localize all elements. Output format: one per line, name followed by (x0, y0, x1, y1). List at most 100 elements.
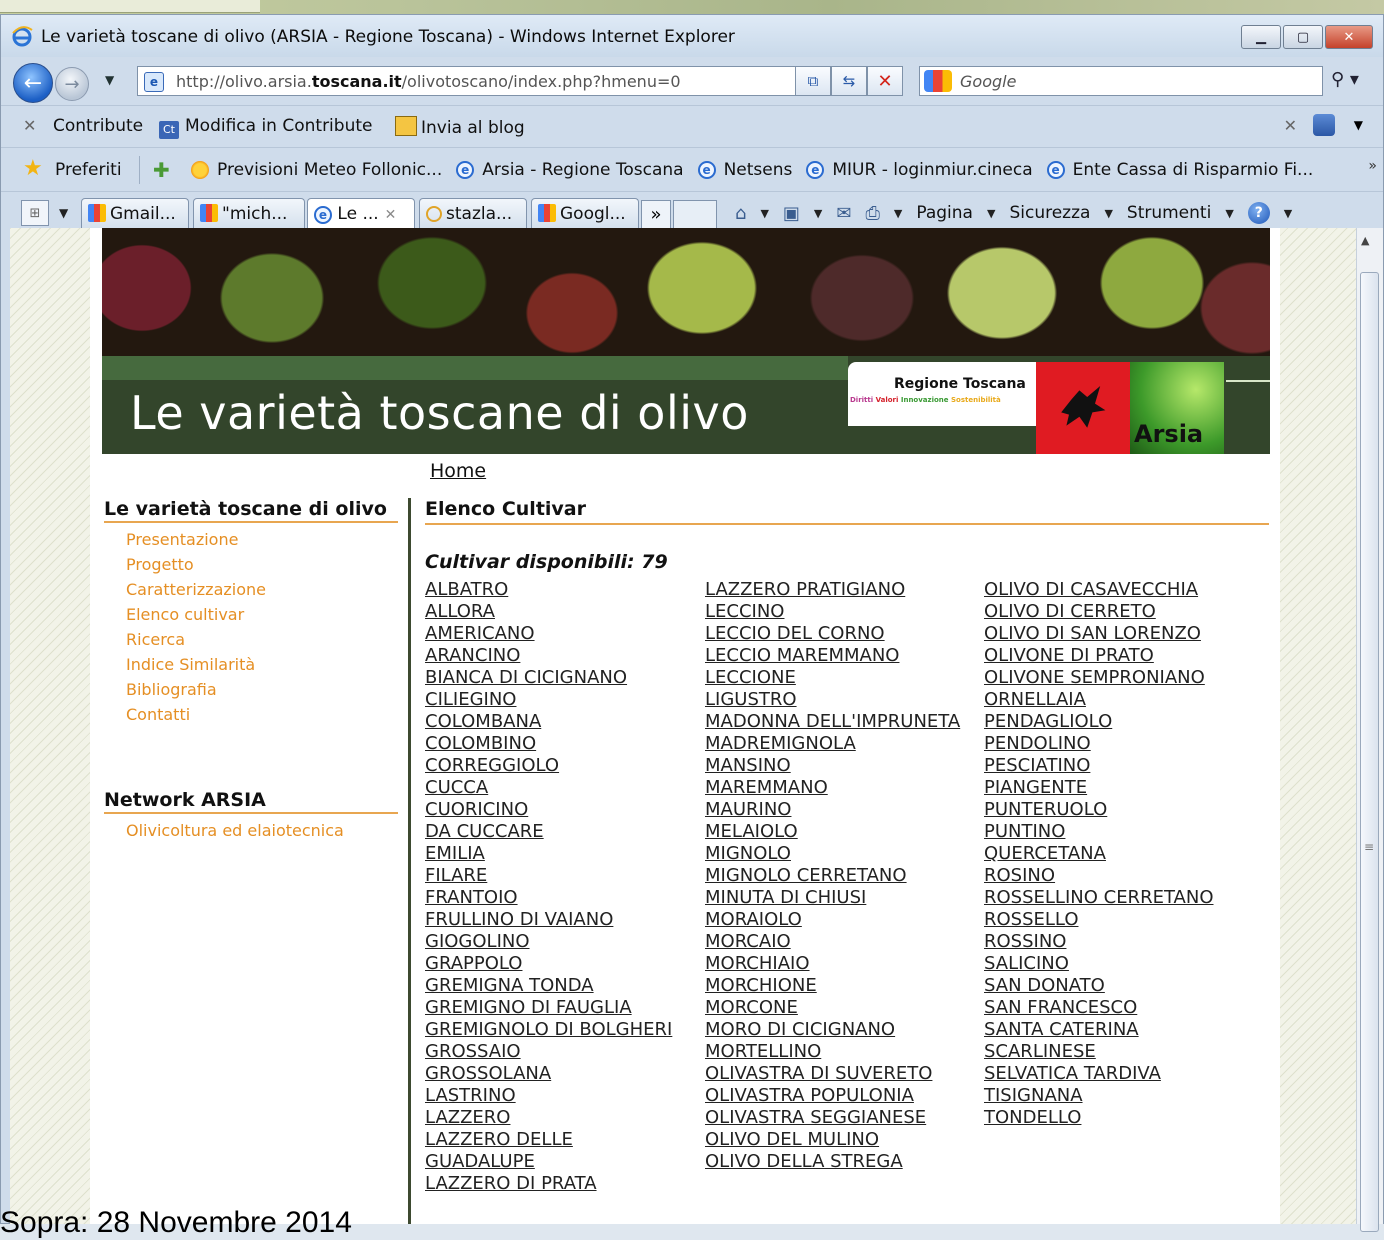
cultivar-link[interactable]: SCARLINESE (984, 1041, 1214, 1063)
cultivar-link[interactable]: GIOGOLINO (425, 931, 672, 953)
cultivar-link[interactable]: PIANGENTE (984, 777, 1214, 799)
chevron-down-icon[interactable]: ▼ (1104, 207, 1112, 220)
cultivar-link[interactable]: ROSSELLINO CERRETANO (984, 887, 1214, 909)
cultivar-link[interactable]: LAZZERO (425, 1107, 672, 1129)
cultivar-link[interactable]: LAZZERO PRATIGIANO (705, 579, 960, 601)
vertical-scrollbar[interactable]: ▲ ≡ (1356, 228, 1383, 1232)
cultivar-link[interactable]: SALICINO (984, 953, 1214, 975)
sidebar-item-elenco-cultivar[interactable]: Elenco cultivar (104, 602, 400, 627)
cultivar-link[interactable]: MORCHIAIO (705, 953, 960, 975)
cultivar-link[interactable]: OLIVO DI CASAVECCHIA (984, 579, 1214, 601)
maximize-button[interactable]: ▢ (1283, 25, 1323, 49)
history-dropdown-icon[interactable]: ▼ (105, 73, 114, 87)
favorite-link[interactable]: e Netsens (697, 160, 792, 180)
cultivar-link[interactable]: AMERICANO (425, 623, 672, 645)
cultivar-link[interactable]: GROSSAIO (425, 1041, 672, 1063)
cultivar-link[interactable]: LECCIO DEL CORNO (705, 623, 960, 645)
cultivar-link[interactable]: PUNTINO (984, 821, 1214, 843)
modifica-contribute-button[interactable]: Ct Modifica in Contribute (159, 116, 372, 139)
sidebar-item-indice-similarita[interactable]: Indice Similarità (104, 652, 400, 677)
close-icon[interactable]: ✕ (1284, 116, 1297, 135)
chevron-down-icon[interactable]: ▼ (894, 207, 902, 220)
pegasus-logo[interactable] (1036, 362, 1130, 454)
favorites-button[interactable]: Preferiti (55, 160, 122, 180)
cultivar-link[interactable]: MAREMMANO (705, 777, 960, 799)
address-url[interactable]: http://olivo.arsia.toscana.it/olivotosca… (176, 72, 681, 91)
cultivar-link[interactable]: SANTA CATERINA (984, 1019, 1214, 1041)
help-icon[interactable]: ? (1247, 202, 1270, 224)
cultivar-link[interactable]: CILIEGINO (425, 689, 672, 711)
sidebar-item-ricerca[interactable]: Ricerca (104, 627, 400, 652)
mail-icon[interactable]: ✉ (836, 203, 851, 224)
address-bar[interactable]: e http://olivo.arsia.toscana.it/olivotos… (137, 66, 827, 96)
tab-le-varieta[interactable]: e Le ... ✕ (307, 198, 415, 230)
cultivar-link[interactable]: LASTRINO (425, 1085, 672, 1107)
more-tabs-button[interactable]: » (641, 200, 671, 230)
strumenti-menu[interactable]: Strumenti (1127, 203, 1211, 223)
cultivar-link[interactable]: MINUTA DI CHIUSI (705, 887, 960, 909)
cultivar-link[interactable]: MORTELLINO (705, 1041, 960, 1063)
chevron-down-icon[interactable]: ▼ (1225, 207, 1233, 220)
cultivar-link[interactable]: MANSINO (705, 755, 960, 777)
favorite-link[interactable]: Previsioni Meteo Follonic... (191, 160, 442, 180)
tab-google[interactable]: Googl... (531, 198, 639, 230)
favorite-link[interactable]: e Arsia - Regione Toscana (456, 160, 684, 180)
cultivar-link[interactable]: ALBATRO (425, 579, 672, 601)
breadcrumb-home-link[interactable]: Home (430, 460, 486, 482)
cultivar-link[interactable]: OLIVASTRA SEGGIANESE (705, 1107, 960, 1129)
cultivar-link[interactable]: MADREMIGNOLA (705, 733, 960, 755)
cultivar-link[interactable]: MAURINO (705, 799, 960, 821)
cultivar-link[interactable]: TONDELLO (984, 1107, 1214, 1129)
new-tab-button[interactable] (673, 200, 717, 230)
arsia-logo[interactable]: Arsia (1130, 362, 1224, 454)
tab-mich[interactable]: "mich... (193, 198, 305, 230)
home-icon[interactable]: ⌂ (735, 203, 746, 224)
sidebar-item-progetto[interactable]: Progetto (104, 552, 400, 577)
cultivar-link[interactable]: LECCIO MAREMMANO (705, 645, 960, 667)
close-toolbar-icon[interactable]: ✕ (23, 116, 36, 135)
cultivar-link[interactable]: LECCINO (705, 601, 960, 623)
chevron-down-icon[interactable]: ▼ (760, 207, 768, 220)
toolbar-options-icon[interactable] (1313, 114, 1335, 136)
cultivar-link[interactable]: ORNELLAIA (984, 689, 1214, 711)
cultivar-link[interactable]: SAN FRANCESCO (984, 997, 1214, 1019)
favorite-link[interactable]: e Ente Cassa di Risparmio Fi... (1046, 160, 1313, 180)
cultivar-link[interactable]: ARANCINO (425, 645, 672, 667)
print-icon[interactable]: ⎙ (865, 203, 879, 224)
tab-gmail[interactable]: Gmail... (81, 198, 189, 230)
regione-toscana-logo[interactable]: Regione Toscana Diritti Valori Innovazio… (848, 362, 1036, 426)
cultivar-link[interactable]: FILARE (425, 865, 672, 887)
sidebar-item-caratterizzazione[interactable]: Caratterizzazione (104, 577, 400, 602)
cultivar-link[interactable]: EMILIA (425, 843, 672, 865)
cultivar-link[interactable]: GROSSOLANA (425, 1063, 672, 1085)
cultivar-link[interactable]: FRANTOIO (425, 887, 672, 909)
cultivar-link[interactable]: GREMIGNO DI FAUGLIA (425, 997, 672, 1019)
search-input[interactable]: Google (960, 72, 1016, 91)
cultivar-link[interactable]: PUNTERUOLO (984, 799, 1214, 821)
cultivar-link[interactable]: TISIGNANA (984, 1085, 1214, 1107)
sidebar-item-bibliografia[interactable]: Bibliografia (104, 677, 400, 702)
chevron-down-icon[interactable]: ▼ (1354, 118, 1363, 132)
minimize-button[interactable]: ▁ (1241, 25, 1281, 49)
chevron-down-icon[interactable]: ▼ (987, 207, 995, 220)
cultivar-link[interactable]: OLIVASTRA POPULONIA (705, 1085, 960, 1107)
cultivar-link[interactable]: LECCIONE (705, 667, 960, 689)
cultivar-link[interactable]: MORCAIO (705, 931, 960, 953)
sidebar-item-presentazione[interactable]: Presentazione (104, 527, 400, 552)
cultivar-link[interactable]: OLIVONE SEMPRONIANO (984, 667, 1214, 689)
cultivar-link[interactable]: GUADALUPE (425, 1151, 672, 1173)
cultivar-link[interactable]: MORO DI CICIGNANO (705, 1019, 960, 1041)
sidebar-item-olivicoltura[interactable]: Olivicoltura ed elaiotecnica (104, 818, 400, 843)
cultivar-link[interactable]: LIGUSTRO (705, 689, 960, 711)
tab-stazla[interactable]: stazla... (419, 198, 527, 230)
close-tab-icon[interactable]: ✕ (385, 207, 397, 223)
cultivar-link[interactable]: PENDOLINO (984, 733, 1214, 755)
search-box[interactable]: Google (919, 66, 1323, 96)
scroll-up-icon[interactable]: ▲ (1361, 234, 1369, 247)
scroll-thumb[interactable] (1360, 272, 1379, 1232)
cultivar-link[interactable]: GREMIGNA TONDA (425, 975, 672, 997)
pagina-menu[interactable]: Pagina (916, 203, 973, 223)
sidebar-item-contatti[interactable]: Contatti (104, 702, 400, 727)
search-icon[interactable]: ⚲ ▾ (1331, 69, 1359, 90)
cultivar-link[interactable]: BIANCA DI CICIGNANO (425, 667, 672, 689)
